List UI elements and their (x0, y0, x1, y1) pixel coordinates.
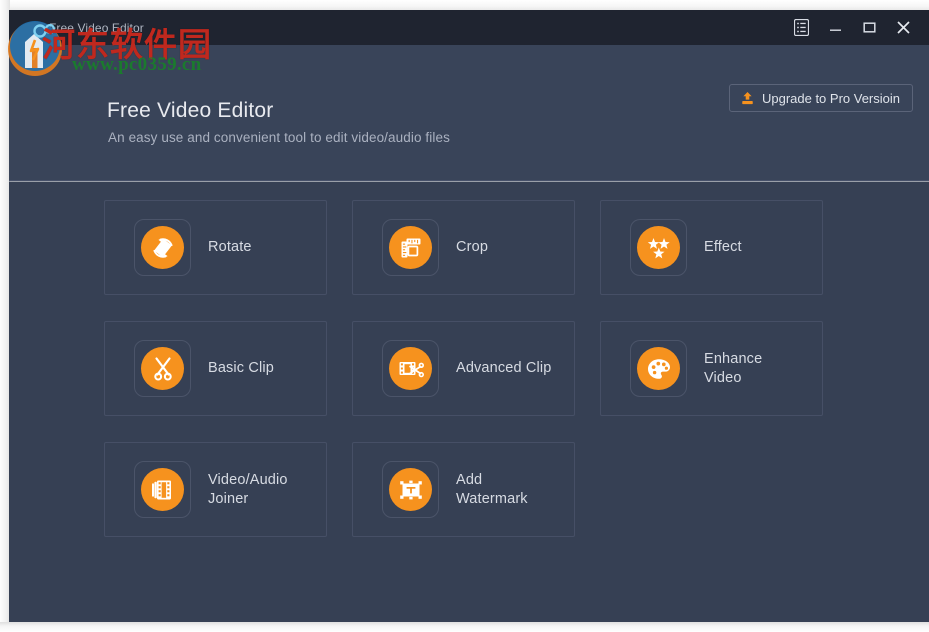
window-title: Free Video Editor (49, 21, 144, 35)
tool-card-label: Effect (704, 238, 742, 257)
watermark-text-icon (389, 468, 432, 511)
tool-card-effect[interactable]: Effect (600, 200, 823, 295)
tool-card-label: Crop (456, 238, 488, 257)
menu-icon[interactable] (785, 13, 817, 43)
film-strip-icon (141, 468, 184, 511)
page-subtitle: An easy use and convenient tool to edit … (108, 130, 450, 145)
desktop-backdrop-bottom (0, 622, 929, 632)
tool-card-video-audio-joiner[interactable]: Video/Audio Joiner (104, 442, 327, 537)
effect-stars-icon (637, 226, 680, 269)
tools-row: Basic Clip (104, 321, 834, 416)
upgrade-button-label: Upgrade to Pro Versioin (762, 91, 900, 106)
minimize-icon[interactable] (819, 13, 851, 43)
tools-grid: Rotate (104, 200, 834, 563)
palette-icon (637, 347, 680, 390)
icon-frame (382, 340, 439, 397)
crop-icon (389, 226, 432, 269)
tool-card-label: Basic Clip (208, 359, 274, 378)
upgrade-to-pro-button[interactable]: Upgrade to Pro Versioin (729, 84, 913, 112)
window-controls (785, 10, 919, 45)
tool-card-label: Video/Audio Joiner (208, 471, 288, 509)
maximize-icon[interactable] (853, 13, 885, 43)
upload-icon (740, 91, 755, 106)
icon-frame (134, 219, 191, 276)
screenshot-root: Free Video Editor (0, 0, 929, 632)
close-icon[interactable] (887, 13, 919, 43)
tool-card-label: Advanced Clip (456, 359, 551, 378)
title-bar[interactable]: Free Video Editor (9, 10, 929, 45)
icon-frame (134, 461, 191, 518)
tools-row: Video/Audio Joiner (104, 442, 834, 537)
icon-frame (630, 340, 687, 397)
tool-card-advanced-clip[interactable]: Advanced Clip (352, 321, 575, 416)
app-header: Free Video Editor An easy use and conven… (9, 45, 929, 181)
tools-row: Rotate (104, 200, 834, 295)
tool-card-crop[interactable]: Crop (352, 200, 575, 295)
tool-card-rotate[interactable]: Rotate (104, 200, 327, 295)
icon-frame (382, 461, 439, 518)
app-window: Free Video Editor (9, 10, 929, 622)
tool-card-label: Enhance Video (704, 350, 762, 388)
icon-frame (134, 340, 191, 397)
tool-card-label: Add Watermark (456, 471, 528, 509)
page-title: Free Video Editor (107, 99, 273, 123)
film-scissors-icon (389, 347, 432, 390)
icon-frame (382, 219, 439, 276)
tools-content-area: Rotate (9, 182, 929, 622)
tool-card-add-watermark[interactable]: Add Watermark (352, 442, 575, 537)
icon-frame (630, 219, 687, 276)
scissors-icon (141, 347, 184, 390)
tool-card-placeholder (600, 442, 823, 537)
tool-card-label: Rotate (208, 238, 252, 257)
tool-card-enhance-video[interactable]: Enhance Video (600, 321, 823, 416)
rotate-icon (141, 226, 184, 269)
tool-card-basic-clip[interactable]: Basic Clip (104, 321, 327, 416)
